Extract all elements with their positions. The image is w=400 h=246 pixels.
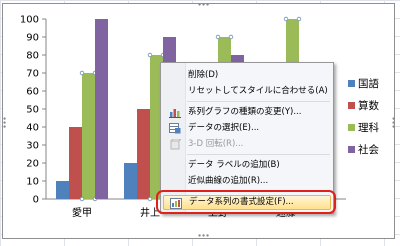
legend-label: 算数 [358,99,379,112]
y-tick-label: 0 [33,195,39,206]
y-tick-label: 40 [26,123,39,134]
y-tick-label: 100 [20,15,39,26]
legend-swatch [348,124,355,131]
legend-swatch [348,102,355,109]
menu-item-label: データ ラベルの追加(B) [188,160,280,170]
menu-item-label: 削除(D) [188,70,219,80]
chart-type-icon [169,109,181,118]
menu-item-3d-rotation[interactable]: 3-D 回転(R)... [163,137,331,152]
legend-swatch [348,80,355,87]
legend-label: 社会 [358,143,379,156]
bar[interactable] [137,109,150,199]
select-data-icon [169,123,181,134]
menu-item-reset-style[interactable]: リセットしてスタイルに合わせる(A) [163,84,331,99]
bar[interactable] [69,127,82,199]
menu-item-label: 近似曲線の追加(R)... [188,176,269,186]
menu-item-delete[interactable]: 削除(D) [163,68,331,83]
menu-item-label: データの選択(E)... [188,123,260,133]
y-tick-label: 60 [26,87,39,98]
selection-handle [296,16,302,22]
menu-item-label: リセットしてスタイルに合わせる(A) [188,86,328,96]
menu-item-label: 系列グラフの種類の変更(Y)... [188,107,302,117]
y-tick-label: 10 [26,177,39,188]
menu-separator [187,101,330,102]
bar[interactable] [82,73,95,199]
rotate-3d-icon [170,139,181,150]
y-tick-label: 20 [26,159,39,170]
bar[interactable] [124,163,137,199]
y-tick-label: 30 [26,141,39,152]
y-tick-label: 90 [26,33,39,44]
menu-item-select-data[interactable]: データの選択(E)... [163,121,331,136]
menu-item-label: 3-D 回転(R)... [188,139,244,149]
legend-label: 国語 [358,77,379,90]
legend-swatch [348,146,355,153]
selection-handle [79,70,85,76]
bar[interactable] [95,19,108,199]
bar[interactable] [56,181,69,199]
selection-handle [283,16,289,22]
selection-handle [147,196,153,202]
selection-handle [147,52,153,58]
legend-label: 理科 [358,121,379,134]
selection-handle [79,196,85,202]
y-tick-label: 50 [26,105,39,116]
menu-separator [187,154,330,155]
menu-item-add-data-labels[interactable]: データ ラベルの追加(B) [163,158,331,173]
y-tick-label: 80 [26,51,39,62]
y-tick-label: 70 [26,69,39,80]
highlight-annotation [156,190,336,214]
menu-item-add-trendline[interactable]: 近似曲線の追加(R)... [163,174,331,189]
menu-item-change-chart-type[interactable]: 系列グラフの種類の変更(Y)... [163,105,331,120]
selection-handle [228,34,234,40]
selection-handle [215,34,221,40]
x-tick-label: 愛甲 [72,206,92,219]
